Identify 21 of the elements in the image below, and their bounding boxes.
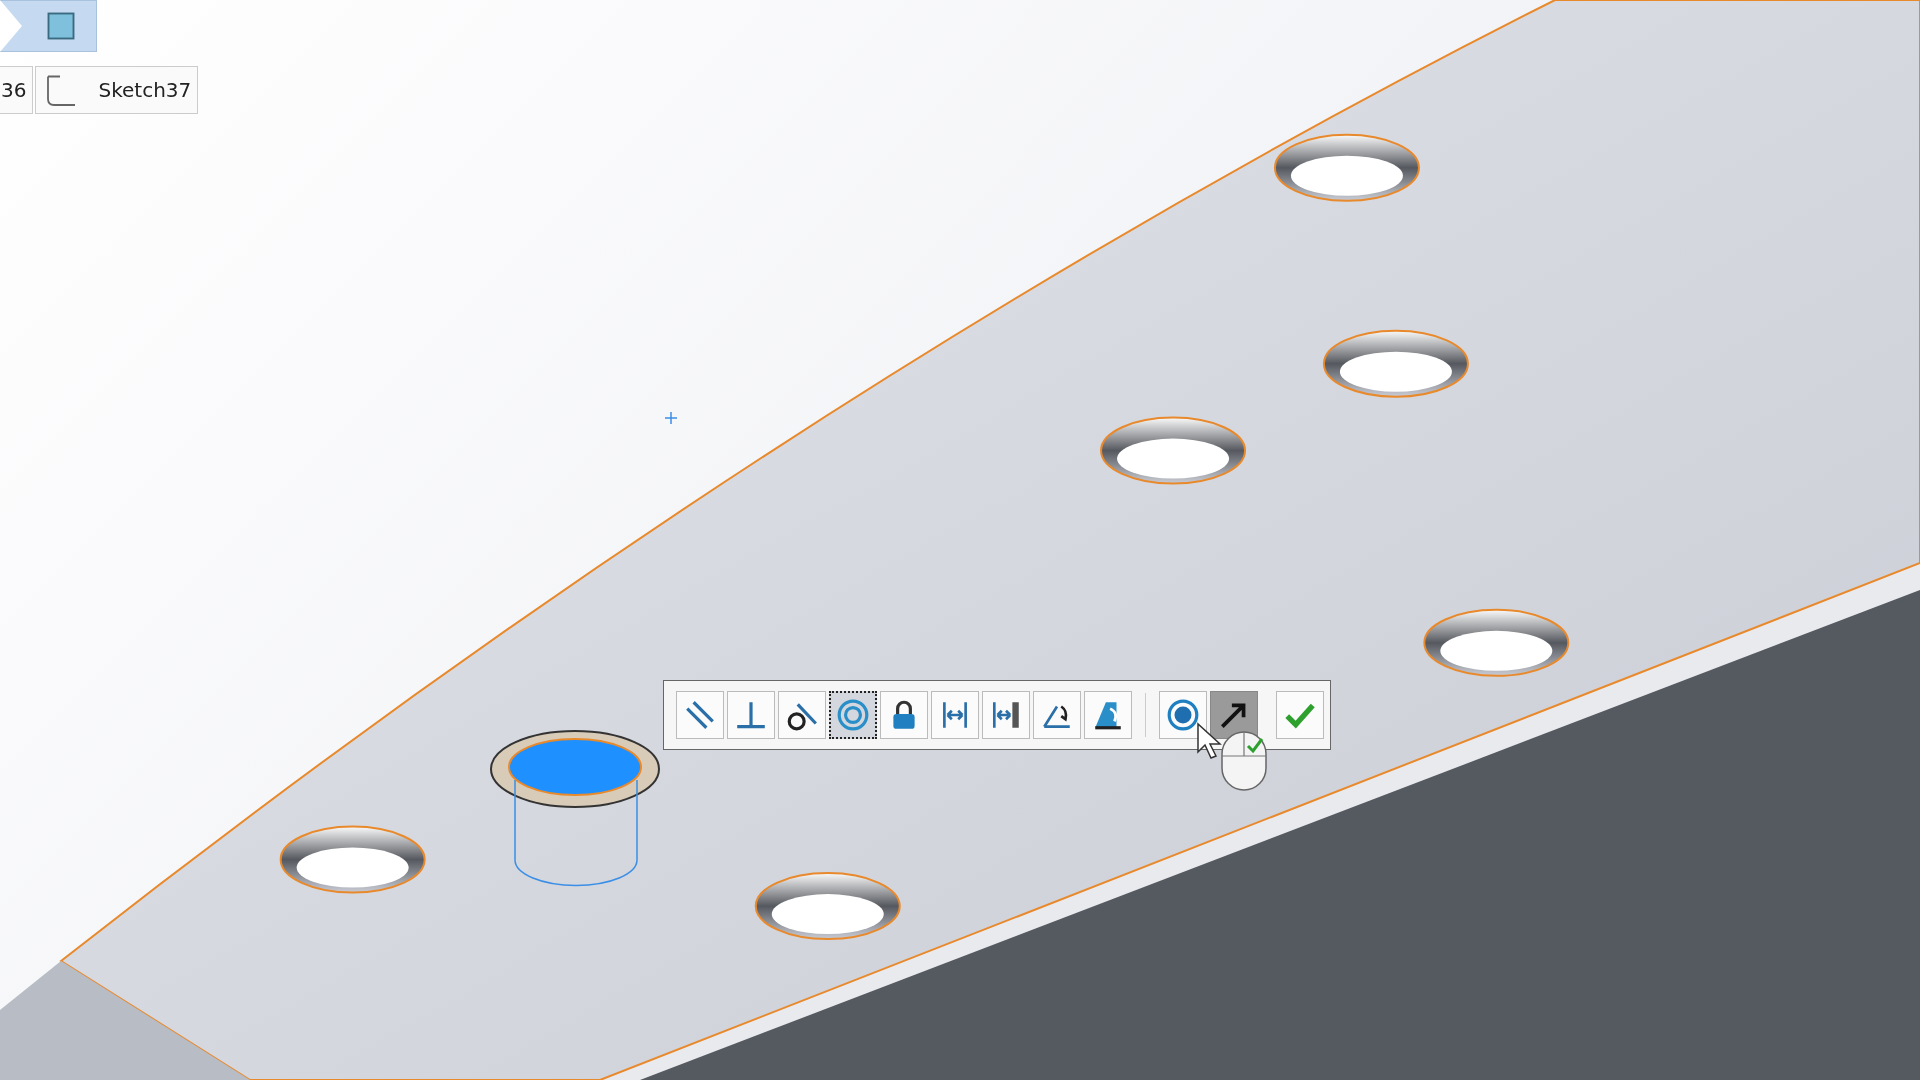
parallel-icon [683, 698, 717, 732]
arrow-option-button[interactable] [1210, 691, 1258, 739]
breadcrumb-bar[interactable] [0, 0, 97, 52]
parallel-relation-button[interactable] [676, 691, 724, 739]
concentric-icon [836, 698, 870, 732]
perpendicular-relation-button[interactable] [727, 691, 775, 739]
circle-option-button[interactable] [1159, 691, 1207, 739]
concentric-relation-button[interactable] [829, 691, 877, 739]
angle-relation-button[interactable] [1033, 691, 1081, 739]
fix-relation-button[interactable] [880, 691, 928, 739]
sketch-tab[interactable]: 36 [0, 66, 34, 114]
sketch-name: 36 [1, 78, 27, 102]
tangent-relation-button[interactable] [778, 691, 826, 739]
horizontal-distance-relation-button[interactable] [931, 691, 979, 739]
sketch-name: Sketch37 [98, 78, 192, 102]
filled-circle-icon [1166, 698, 1200, 732]
confirm-button[interactable] [1276, 691, 1324, 739]
distance-relation-button[interactable] [982, 691, 1030, 739]
angle-fill-relation-button[interactable] [1084, 691, 1132, 739]
part-icon [46, 11, 76, 41]
sketch-tab[interactable]: Sketch37 [35, 66, 199, 114]
